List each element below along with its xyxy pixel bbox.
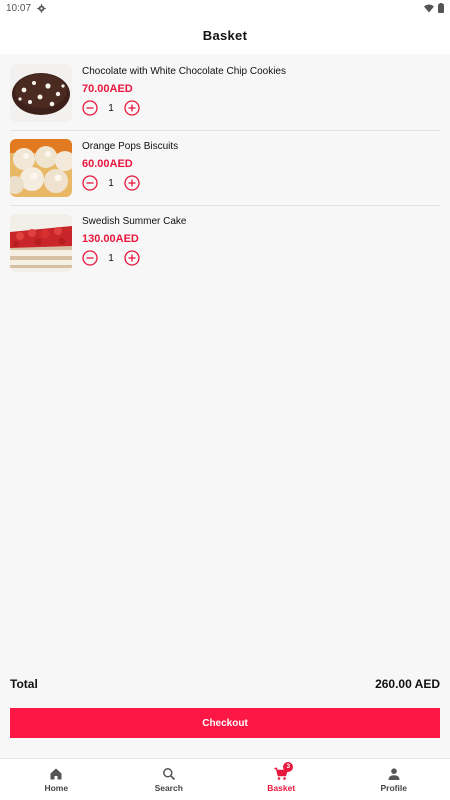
nav-profile-label: Profile — [380, 782, 407, 793]
product-image-chocolate-cookies — [10, 64, 72, 122]
quantity-value: 1 — [108, 177, 114, 189]
person-icon — [388, 767, 400, 780]
quantity-stepper: 1 — [82, 100, 286, 116]
product-price: 70.00AED — [82, 83, 133, 95]
nav-search[interactable]: Search — [113, 759, 226, 800]
quantity-stepper: 1 — [82, 175, 178, 191]
status-bar: 10:07 — [0, 0, 450, 16]
nav-profile[interactable]: Profile — [338, 759, 450, 800]
basket-list: Chocolate with White Chocolate Chip Cook… — [10, 56, 440, 281]
total-label: Total — [10, 677, 38, 691]
increase-quantity-button[interactable] — [124, 100, 140, 116]
battery-icon — [438, 3, 444, 13]
bottom-navigation: Home Search 3 Basket Profile — [0, 758, 450, 800]
product-price: 60.00AED — [82, 158, 133, 170]
decrease-quantity-button[interactable] — [82, 250, 98, 266]
basket-item: Swedish Summer Cake 130.00AED 1 — [10, 206, 440, 281]
product-image-orange-biscuits — [10, 139, 72, 197]
nav-home[interactable]: Home — [0, 759, 113, 800]
product-name: Chocolate with White Chocolate Chip Cook… — [82, 66, 286, 77]
checkout-button[interactable]: Checkout — [10, 708, 440, 738]
nav-search-label: Search — [154, 782, 183, 793]
basket-item: Orange Pops Biscuits 60.00AED 1 — [10, 131, 440, 206]
status-time: 10:07 — [6, 2, 32, 14]
total-row: Total 260.00 AED — [10, 677, 440, 691]
product-name: Orange Pops Biscuits — [82, 141, 179, 152]
increase-quantity-button[interactable] — [124, 250, 140, 266]
decrease-quantity-button[interactable] — [82, 100, 98, 116]
wifi-icon — [424, 4, 434, 12]
quantity-value: 1 — [108, 102, 114, 114]
increase-quantity-button[interactable] — [124, 175, 140, 191]
search-icon — [162, 767, 175, 780]
app-bar: Basket — [0, 16, 450, 54]
product-name: Swedish Summer Cake — [82, 216, 187, 227]
total-value: 260.00 AED — [375, 677, 440, 691]
product-price: 130.00AED — [82, 233, 139, 245]
basket-count-badge: 3 — [283, 761, 294, 772]
page-title: Basket — [202, 27, 248, 43]
quantity-stepper: 1 — [82, 250, 186, 266]
home-icon — [50, 768, 62, 779]
nav-basket-label: Basket — [267, 782, 296, 793]
settings-gear-icon — [37, 3, 46, 13]
decrease-quantity-button[interactable] — [82, 175, 98, 191]
product-image-summer-cake — [10, 214, 72, 272]
nav-basket[interactable]: 3 Basket — [225, 759, 338, 800]
quantity-value: 1 — [108, 252, 114, 264]
nav-home-label: Home — [44, 782, 69, 793]
basket-item: Chocolate with White Chocolate Chip Cook… — [10, 56, 440, 131]
